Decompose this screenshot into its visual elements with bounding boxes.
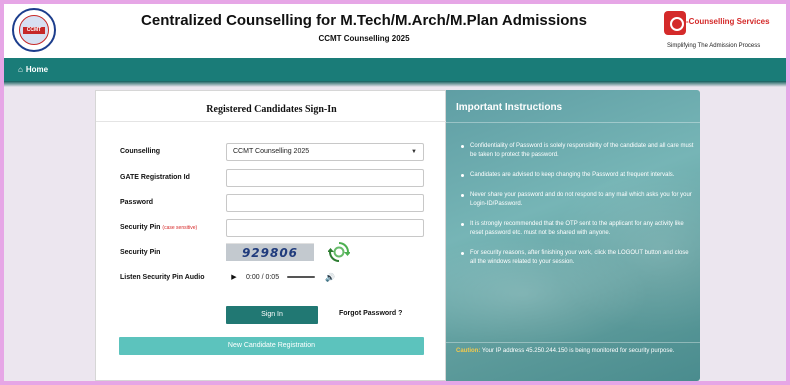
audio-player: ▶ 0:00 / 0:05 🔊: [226, 268, 354, 286]
captcha-label: Security Pin: [120, 249, 161, 256]
instruction-item: For security reasons, after finishing yo…: [460, 249, 694, 267]
caution-label: Caution:: [456, 348, 481, 354]
security-pin-input[interactable]: [226, 219, 424, 237]
divider: [446, 342, 700, 343]
instructions-list: Confidentiality of Password is solely re…: [460, 142, 694, 278]
captcha-image: 929806: [226, 243, 314, 261]
case-sensitive-note: (case sensitive): [162, 225, 198, 231]
security-pin-label-text: Security Pin: [120, 224, 161, 231]
signin-button[interactable]: Sign In: [226, 306, 318, 324]
counselling-select-value: CCMT Counselling 2025: [233, 148, 310, 155]
new-registration-button[interactable]: New Candidate Registration: [119, 337, 424, 355]
instructions-panel: Important Instructions Confidentiality o…: [446, 90, 700, 381]
counselling-label: Counselling: [120, 148, 161, 155]
nav-home-label: Home: [25, 65, 49, 74]
e-counselling-brand: -Counselling Services Simplifying The Ad…: [664, 9, 782, 53]
audio-label: Listen Security Pin Audio: [120, 274, 205, 281]
home-icon: ⌂: [18, 65, 23, 74]
refresh-icon[interactable]: [328, 241, 350, 263]
instructions-title: Important Instructions: [456, 102, 563, 113]
header: CCMT Centralized Counselling for M.Tech/…: [4, 4, 786, 58]
gate-id-label: GATE Registration Id: [120, 174, 190, 181]
audio-time: 0:00 / 0:05: [246, 273, 280, 281]
e-counselling-logo-icon: [664, 11, 686, 35]
password-label: Password: [120, 199, 154, 206]
brand-tagline: Simplifying The Admission Process: [667, 43, 761, 49]
top-nav: ⌂ Home: [4, 58, 786, 81]
brand-name: -Counselling Services: [686, 17, 770, 26]
forgot-password-link[interactable]: Forgot Password ?: [339, 310, 402, 317]
divider: [96, 121, 447, 122]
signin-title: Registered Candidates Sign-In: [206, 104, 337, 115]
page-frame: CCMT Centralized Counselling for M.Tech/…: [4, 4, 786, 381]
instruction-item: Candidates are advised to keep changing …: [460, 171, 694, 180]
security-pin-label: Security Pin (case sensitive): [120, 224, 197, 231]
counselling-select[interactable]: CCMT Counselling 2025 ▼: [226, 143, 424, 161]
play-icon[interactable]: ▶: [226, 273, 242, 281]
audio-progress-track[interactable]: [287, 276, 316, 278]
page-subtitle: CCMT Counselling 2025: [318, 34, 410, 43]
divider: [446, 122, 700, 123]
ccmt-logo: CCMT: [12, 8, 56, 52]
ip-caution-notice: Caution: Your IP address 45.250.244.150 …: [456, 347, 692, 356]
nav-home-link[interactable]: ⌂ Home: [18, 58, 48, 81]
gate-id-input[interactable]: [226, 169, 424, 187]
signin-card: Registered Candidates Sign-In Counsellin…: [95, 90, 447, 381]
chevron-down-icon: ▼: [411, 149, 417, 155]
instruction-item: Confidentiality of Password is solely re…: [460, 142, 694, 160]
page-title: Centralized Counselling for M.Tech/M.Arc…: [141, 12, 587, 29]
password-input[interactable]: [226, 194, 424, 212]
instruction-item: Never share your password and do not res…: [460, 191, 694, 209]
nav-shadow-band: [4, 81, 786, 87]
instruction-item: It is strongly recommended that the OTP …: [460, 220, 694, 238]
ccmt-logo-text: CCMT: [23, 27, 45, 34]
caution-text: Your IP address 45.250.244.150 is being …: [480, 348, 675, 354]
volume-icon[interactable]: 🔊: [325, 273, 335, 282]
ccmt-logo-emblem: CCMT: [19, 15, 49, 45]
